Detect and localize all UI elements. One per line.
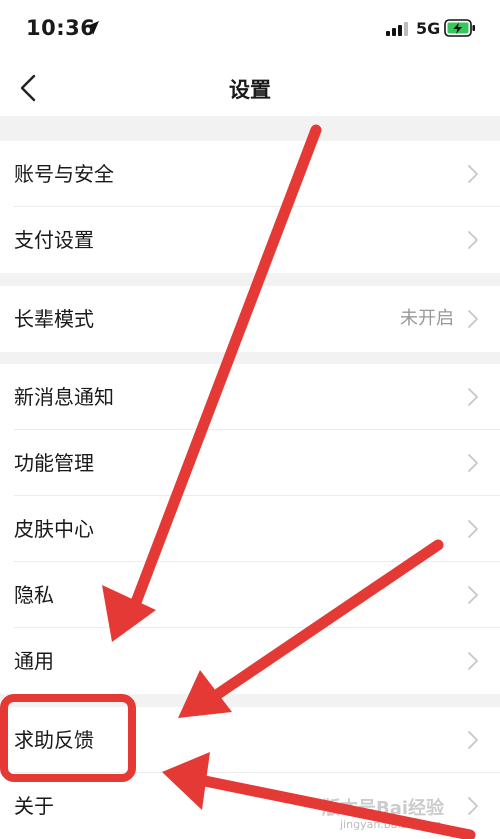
location-arrow-icon [84,20,100,40]
settings-item-label: 皮肤中心 [14,517,94,541]
settings-item-label: 关于 [14,794,54,818]
chevron-right-icon [466,309,480,333]
chevron-right-icon [466,519,480,543]
network-label: 5G [416,19,441,38]
elder-mode-status: 未开启 [400,308,454,329]
nav-bar: 设置 [0,60,500,116]
chevron-right-icon [466,651,480,675]
settings-item-notifications[interactable]: 新消息通知 [0,364,500,430]
page-title: 设置 [229,78,271,102]
settings-item-account-security[interactable]: 账号与安全 [0,141,500,207]
settings-item-privacy[interactable]: 隐私 [0,562,500,628]
settings-item-elder-mode[interactable]: 长辈模式 未开启 [0,286,500,352]
status-bar: 10:36 5G [0,0,500,60]
battery-charging-icon [444,19,476,41]
settings-item-payment[interactable]: 支付设置 [0,207,500,273]
chevron-right-icon [466,796,480,820]
chevron-right-icon [466,453,480,477]
settings-item-features[interactable]: 功能管理 [0,430,500,496]
chevron-right-icon [466,230,480,254]
settings-item-label: 功能管理 [14,451,94,475]
settings-item-label: 长辈模式 [14,307,94,331]
chevron-right-icon [466,730,480,754]
settings-item-label: 隐私 [14,583,54,607]
settings-item-label: 通用 [14,649,54,673]
chevron-right-icon [466,585,480,609]
settings-item-label: 求助反馈 [14,728,94,752]
settings-item-label: 账号与安全 [14,162,114,186]
settings-item-label: 支付设置 [14,228,94,252]
settings-item-skins[interactable]: 皮肤中心 [0,496,500,562]
watermark-text: 版本号Bai经验 [322,798,445,819]
settings-item-general[interactable]: 通用 [0,628,500,694]
settings-item-label: 新消息通知 [14,385,114,409]
chevron-right-icon [466,387,480,411]
chevron-right-icon [466,164,480,188]
signal-icon [386,21,408,40]
watermark-url: jingyan.baidu.com [340,818,442,831]
settings-item-help-feedback[interactable]: 求助反馈 [0,707,500,773]
